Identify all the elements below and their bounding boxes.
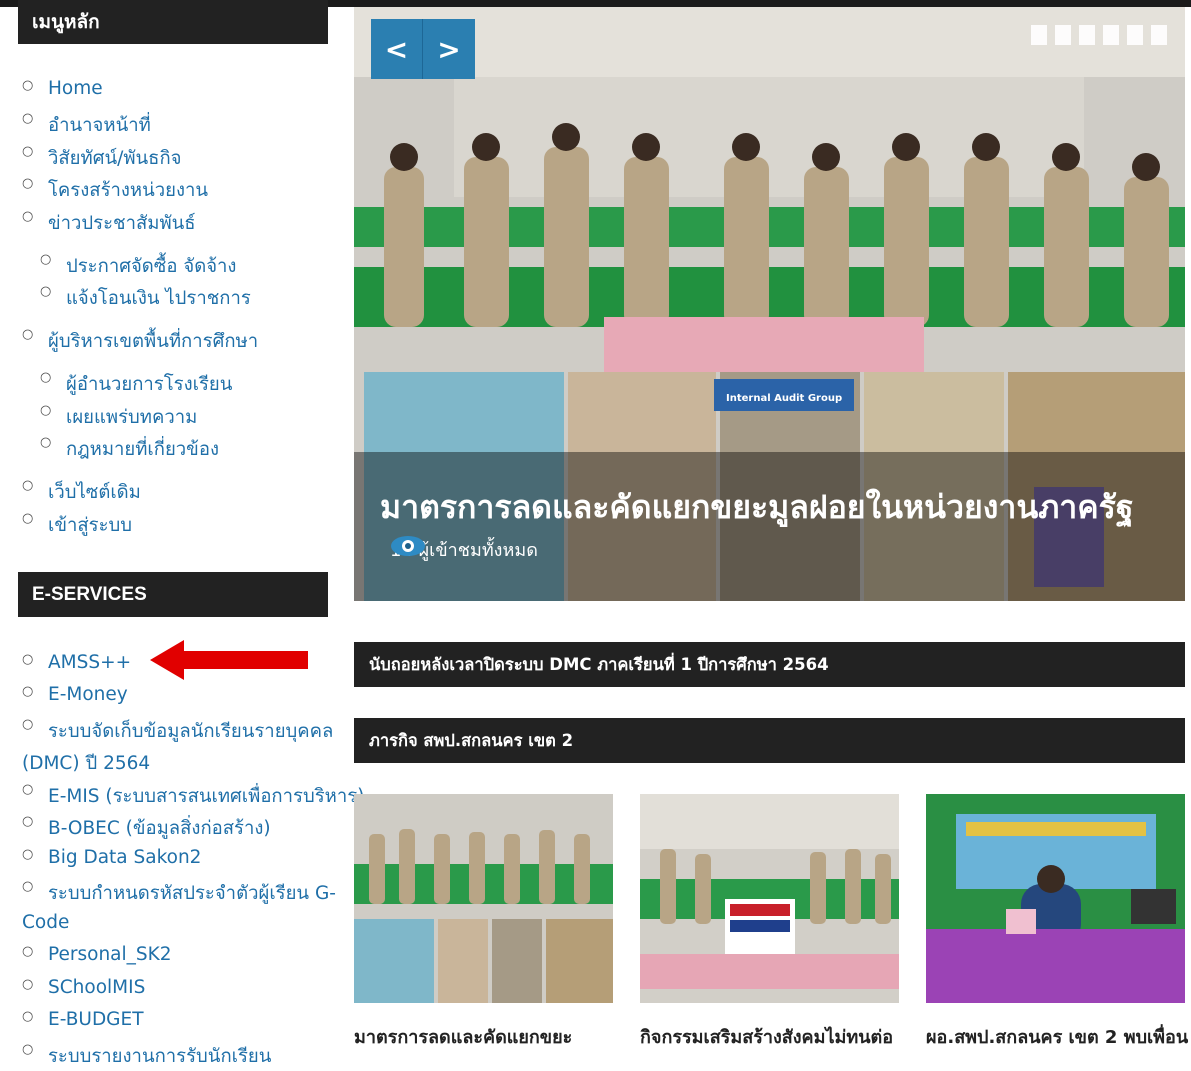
bullet-icon: ○ xyxy=(22,176,34,191)
bullet-icon: ○ xyxy=(22,847,34,862)
bullet-icon: ○ xyxy=(22,684,34,699)
bullet-icon: ○ xyxy=(22,944,34,959)
card-title[interactable]: มาตรการลดและคัดแยกขยะ xyxy=(354,1022,624,1051)
slider-dot[interactable] xyxy=(1079,25,1095,45)
bullet-icon: ○ xyxy=(22,977,34,992)
bullet-icon: ○ xyxy=(22,814,34,829)
eservice-admission[interactable]: ○ ระบบรายงานการรับนักเรียน xyxy=(22,1042,271,1071)
eservice-bobec[interactable]: ○ B-OBEC (ข้อมูลสิ่งก่อสร้าง) xyxy=(22,814,271,843)
bullet-icon: ○ xyxy=(22,782,34,797)
bullet-icon: ○ xyxy=(40,435,52,450)
eservice-dmc-line2[interactable]: (DMC) ปี 2564 xyxy=(22,749,150,778)
activities-heading: ภารกิจ สพป.สกลนคร เขต 2 xyxy=(354,718,1185,763)
eservice-emis[interactable]: ○ E-MIS (ระบบสารสนเทศเพื่อการบริหาร) xyxy=(22,782,364,811)
card-thumbnail[interactable] xyxy=(354,794,613,1003)
menu-item-home[interactable]: ○ Home xyxy=(22,78,103,99)
menu-item-articles[interactable]: ○ เผยแพร่บทความ xyxy=(40,403,197,432)
slider-next-button[interactable]: > xyxy=(423,19,475,79)
bullet-icon: ○ xyxy=(22,111,34,126)
eservice-gcode-line2[interactable]: Code xyxy=(22,912,69,933)
eservice-bigdata[interactable]: ○ Big Data Sakon2 xyxy=(22,847,201,868)
news-card[interactable]: มาตรการลดและคัดแยกขยะ xyxy=(354,794,613,1048)
menu-item-principals[interactable]: ○ ผู้อำนวยการโรงเรียน xyxy=(40,370,232,399)
news-slider[interactable]: Internal Audit Group < > มาตรการลดและคัด… xyxy=(354,7,1185,601)
bullet-icon: ○ xyxy=(22,144,34,159)
slider-nav: < > xyxy=(371,19,475,79)
eservice-personal[interactable]: ○ Personal_SK2 xyxy=(22,944,172,965)
card-title[interactable]: กิจกรรมเสริมสร้างสังคมไม่ทนต่อ xyxy=(640,1022,910,1051)
slider-prev-button[interactable]: < xyxy=(371,19,423,79)
slider-pagination xyxy=(1031,25,1167,45)
eservice-ebudget[interactable]: ○ E-BUDGET xyxy=(22,1009,144,1030)
bullet-icon: ○ xyxy=(22,717,34,732)
menu-item-old-website[interactable]: ○ เว็บไซต์เดิม xyxy=(22,478,141,507)
card-title[interactable]: ผอ.สพป.สกลนคร เขต 2 พบเพื่อน xyxy=(926,1022,1191,1051)
card-thumbnail[interactable] xyxy=(926,794,1185,1003)
slider-dot[interactable] xyxy=(1055,25,1071,45)
eye-icon xyxy=(391,536,425,556)
news-card[interactable]: ผอ.สพป.สกลนคร เขต 2 พบเพื่อน xyxy=(926,794,1188,1048)
eservice-amss[interactable]: ○ AMSS++ xyxy=(22,652,131,673)
bullet-icon: ○ xyxy=(22,1009,34,1024)
slider-dot[interactable] xyxy=(1031,25,1047,45)
bullet-icon: ○ xyxy=(22,78,34,93)
countdown-banner[interactable]: นับถอยหลังเวลาปิดระบบ DMC ภาคเรียนที่ 1 … xyxy=(354,642,1185,687)
bullet-icon: ○ xyxy=(22,511,34,526)
eservices-heading: E-SERVICES xyxy=(18,572,328,617)
slide-views: 14 ผู้เข้าชมทั้งหมด xyxy=(390,535,538,564)
card-thumbnail[interactable] xyxy=(640,794,899,1003)
menu-item-structure[interactable]: ○ โครงสร้างหน่วยงาน xyxy=(22,176,208,205)
bullet-icon: ○ xyxy=(22,209,34,224)
bullet-icon: ○ xyxy=(40,284,52,299)
eservice-schoolmis[interactable]: ○ SChoolMIS xyxy=(22,977,145,998)
photo-sign-text: Internal Audit Group xyxy=(726,393,842,404)
bullet-icon: ○ xyxy=(40,252,52,267)
bullet-icon: ○ xyxy=(40,370,52,385)
menu-item-executives[interactable]: ○ ผู้บริหารเขตพื้นที่การศึกษา xyxy=(22,327,258,356)
menu-item-login[interactable]: ○ เข้าสู่ระบบ xyxy=(22,511,132,540)
menu-item-procurement[interactable]: ○ ประกาศจัดซื้อ จัดจ้าง xyxy=(40,252,236,281)
menu-item-vision[interactable]: ○ วิสัยทัศน์/พันธกิจ xyxy=(22,144,182,173)
eservice-dmc[interactable]: ○ ระบบจัดเก็บข้อมูลนักเรียนรายบุคคล xyxy=(22,717,333,746)
bullet-icon: ○ xyxy=(22,327,34,342)
slide-title[interactable]: มาตรการลดและคัดแยกขยะมูลฝอยในหน่วยงานภาค… xyxy=(380,482,1134,533)
bullet-icon: ○ xyxy=(22,478,34,493)
main-menu-heading: เมนูหลัก xyxy=(18,0,328,44)
slider-dot[interactable] xyxy=(1103,25,1119,45)
menu-item-authority[interactable]: ○ อำนาจหน้าที่ xyxy=(22,111,151,140)
news-card[interactable]: กิจกรรมเสริมสร้างสังคมไม่ทนต่อ xyxy=(640,794,899,1048)
menu-item-news[interactable]: ○ ข่าวประชาสัมพันธ์ xyxy=(22,209,196,238)
slider-dot[interactable] xyxy=(1151,25,1167,45)
eservice-emoney[interactable]: ○ E-Money xyxy=(22,684,128,705)
bullet-icon: ○ xyxy=(22,652,34,667)
slide-caption: มาตรการลดและคัดแยกขยะมูลฝอยในหน่วยงานภาค… xyxy=(354,452,1185,601)
bullet-icon: ○ xyxy=(22,879,34,894)
bullet-icon: ○ xyxy=(40,403,52,418)
menu-item-laws[interactable]: ○ กฎหมายที่เกี่ยวข้อง xyxy=(40,435,219,464)
menu-item-transfer[interactable]: ○ แจ้งโอนเงิน ไปราชการ xyxy=(40,284,251,313)
slider-dot[interactable] xyxy=(1127,25,1143,45)
bullet-icon: ○ xyxy=(22,1042,34,1057)
eservice-gcode[interactable]: ○ ระบบกำหนดรหัสประจำตัวผู้เรียน G- xyxy=(22,879,336,908)
red-arrow-icon xyxy=(150,640,308,680)
